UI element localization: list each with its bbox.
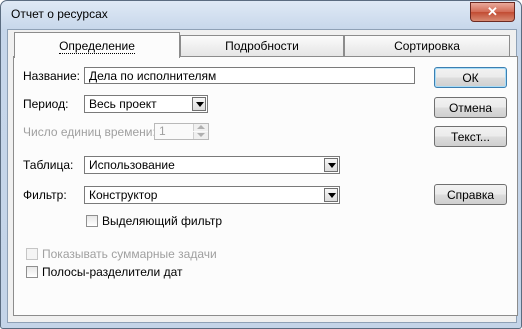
dialog-window: Отчет о ресурсах ✕ Определение Подробнос… (0, 0, 522, 329)
table-label: Таблица: (23, 158, 74, 172)
dialog-body: Определение Подробности Сортировка Назва… (7, 29, 518, 323)
help-button[interactable]: Справка (434, 184, 507, 205)
period-value: Весь проект (89, 97, 157, 111)
highlight-filter-checkbox[interactable] (86, 215, 98, 227)
units-spinner: 1 (154, 123, 209, 140)
filter-value: Конструктор (89, 188, 158, 202)
close-icon: ✕ (487, 4, 498, 19)
close-button[interactable]: ✕ (470, 2, 515, 22)
cancel-button[interactable]: Отмена (434, 97, 507, 118)
table-value: Использование (89, 158, 175, 172)
period-select[interactable]: Весь проект (84, 95, 208, 113)
spin-down-icon (193, 132, 208, 139)
tab-panel-definition: Название: Дела по исполнителям Период: В… (13, 56, 518, 316)
tab-sort[interactable]: Сортировка (344, 35, 510, 57)
filter-select[interactable]: Конструктор (84, 186, 340, 204)
name-input[interactable]: Дела по исполнителям (84, 67, 415, 84)
tab-definition[interactable]: Определение (14, 32, 180, 58)
chevron-down-icon[interactable] (324, 188, 338, 202)
ok-button[interactable]: ОК (434, 67, 507, 88)
spin-up-icon (193, 124, 208, 131)
title-bar[interactable]: Отчет о ресурсах ✕ (1, 1, 521, 29)
window-title: Отчет о ресурсах (11, 7, 108, 21)
text-button[interactable]: Текст... (434, 126, 507, 147)
units-label: Число единиц времени: (23, 125, 156, 139)
gridlines-checkbox[interactable] (26, 266, 38, 278)
show-summary-tasks-checkbox (26, 248, 38, 260)
show-summary-tasks-label: Показывать суммарные задачи (42, 247, 217, 261)
filter-label: Фильтр: (23, 188, 67, 202)
period-label: Период: (23, 97, 69, 111)
table-select[interactable]: Использование (84, 156, 340, 174)
units-value: 1 (159, 124, 166, 138)
chevron-down-icon[interactable] (324, 158, 338, 172)
name-label: Название: (23, 69, 80, 83)
highlight-filter-label: Выделяющий фильтр (102, 214, 223, 228)
tab-details[interactable]: Подробности (180, 35, 344, 57)
gridlines-label: Полосы-разделители дат (42, 265, 183, 279)
chevron-down-icon[interactable] (192, 97, 206, 111)
